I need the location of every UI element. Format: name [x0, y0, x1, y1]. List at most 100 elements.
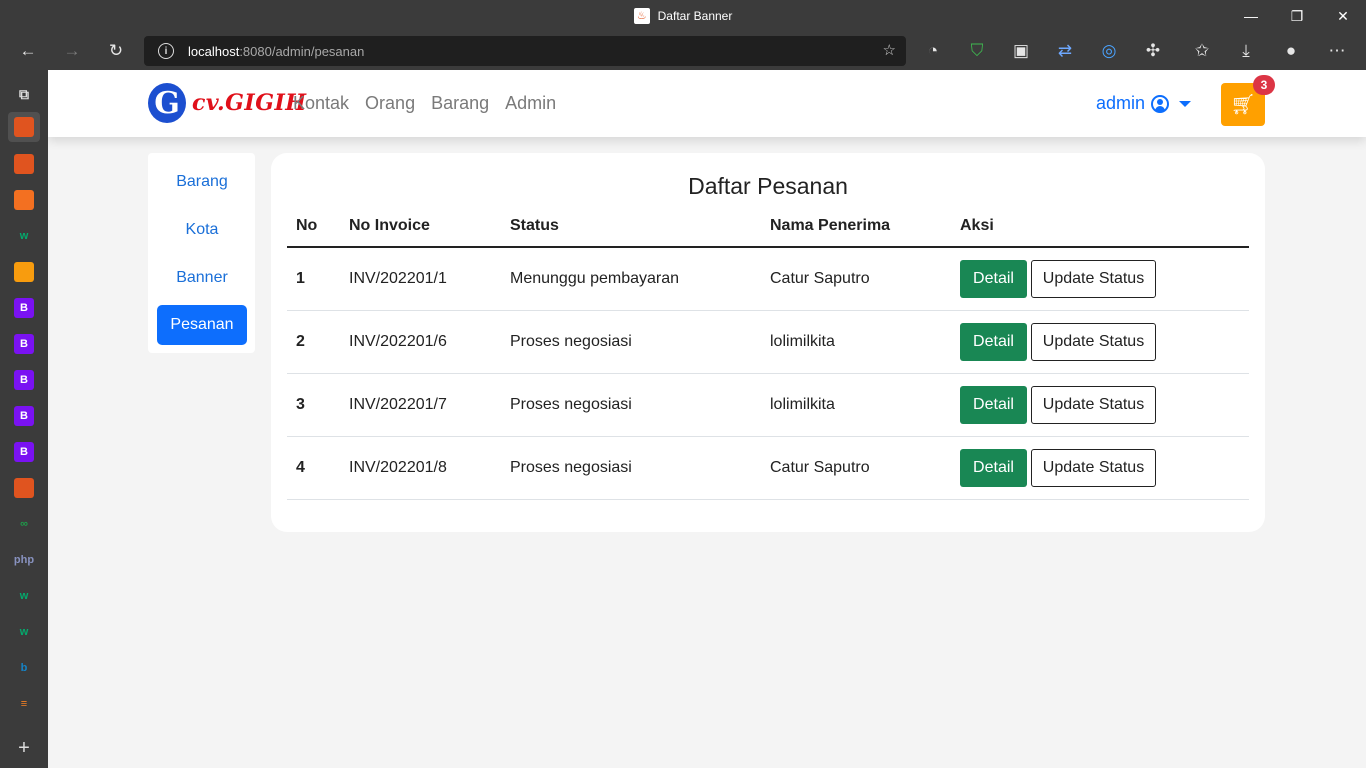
bootstrap-icon[interactable]: B: [14, 334, 34, 354]
more-icon[interactable]: ⋯: [1322, 36, 1352, 66]
user-circle-icon: [1151, 94, 1170, 113]
tracking-icon[interactable]: ◔: [918, 36, 948, 66]
info-icon[interactable]: i: [158, 43, 174, 59]
logo-mark: G: [148, 83, 186, 123]
column-header-no: No: [287, 213, 340, 248]
cart-count-badge: 3: [1253, 75, 1275, 95]
update-status-button[interactable]: Update Status: [1031, 322, 1156, 361]
cell-penerima: Catur Saputro: [761, 247, 951, 311]
codeigniter-icon[interactable]: [14, 478, 34, 498]
new-tab-icon[interactable]: +: [14, 737, 34, 759]
extension-icon[interactable]: ▣: [1006, 36, 1036, 66]
codeigniter-icon[interactable]: [14, 117, 34, 137]
infinity-icon[interactable]: ∞: [14, 514, 34, 534]
stackoverflow-icon[interactable]: ≡: [14, 694, 34, 714]
admin-sidemenu: Barang Kota Banner Pesanan: [148, 153, 255, 353]
cell-no: 1: [287, 247, 340, 311]
column-header-penerima: Nama Penerima: [761, 213, 951, 248]
vertical-tab-label: ≡: [20, 698, 28, 710]
page-title: Daftar Pesanan: [688, 173, 848, 199]
url-path: :8080/admin/pesanan: [239, 43, 365, 59]
cell-aksi: Detail Update Status: [951, 247, 1249, 311]
nav-link-kontak[interactable]: Kontak: [293, 93, 349, 114]
site-logo[interactable]: G cv.GIGIH: [148, 83, 307, 123]
sidemenu-item-kota[interactable]: Kota: [157, 210, 247, 250]
table-row: 4 INV/202201/8 Proses negosiasi Catur Saput…: [287, 436, 1249, 500]
tab-title: Daftar Banner: [657, 9, 733, 23]
minimize-button[interactable]: —: [1228, 0, 1274, 32]
cell-invoice: INV/202201/1: [340, 247, 501, 311]
cell-no: 2: [287, 310, 340, 374]
cell-invoice: INV/202201/6: [340, 310, 501, 374]
vertical-tab-label: php: [13, 554, 35, 566]
favorite-add-icon[interactable]: ☆: [883, 41, 896, 59]
codeigniter-icon: ♨: [633, 8, 650, 24]
cell-invoice: INV/202201/7: [340, 373, 501, 437]
forward-button[interactable]: →: [57, 36, 87, 66]
vertical-tab-label: B: [20, 338, 28, 350]
column-header-invoice: No Invoice: [340, 213, 501, 248]
tab-actions-icon[interactable]: ⧉: [14, 84, 34, 104]
xampp-icon[interactable]: [14, 190, 34, 210]
user-label: admin: [1096, 93, 1146, 113]
cell-status: Menunggu pembayaran: [501, 247, 761, 311]
sync-icon[interactable]: ◎: [1094, 36, 1124, 66]
page-viewport: G cv.GIGIH Kontak Orang Barang Admin adm…: [48, 70, 1366, 768]
cell-invoice: INV/202201/8: [340, 436, 501, 500]
restore-button[interactable]: ❐: [1274, 0, 1320, 32]
vertical-tab-label: B: [20, 446, 28, 458]
orders-table: No No Invoice Status Nama Penerima Aksi …: [287, 213, 1249, 500]
vertical-tab-label: w: [19, 230, 29, 242]
cell-aksi: Detail Update Status: [951, 436, 1249, 500]
close-button[interactable]: ✕: [1320, 0, 1366, 32]
update-status-button[interactable]: Update Status: [1031, 385, 1156, 424]
codeigniter-icon[interactable]: [14, 154, 34, 174]
bootstrap-icon[interactable]: B: [14, 298, 34, 318]
bootstrap-icon[interactable]: B: [14, 406, 34, 426]
nav-link-barang[interactable]: Barang: [431, 93, 489, 114]
sidemenu-item-pesanan[interactable]: Pesanan: [157, 305, 247, 345]
detail-button[interactable]: Detail: [960, 448, 1027, 487]
table-row: 3 INV/202201/7 Proses negosiasi lolimilkita…: [287, 373, 1249, 437]
vertical-tab-label: B: [20, 302, 28, 314]
vertical-tab-label: B: [20, 374, 28, 386]
favorites-icon[interactable]: ✩: [1187, 36, 1217, 66]
bootstrap-icon[interactable]: B: [14, 370, 34, 390]
url-host: localhost: [188, 43, 240, 59]
cell-status: Proses negosiasi: [501, 310, 761, 374]
extensions-icon[interactable]: ✣: [1138, 36, 1168, 66]
vertical-tab-label: b: [20, 662, 28, 674]
translate-icon[interactable]: ⇄: [1050, 36, 1080, 66]
table-row: 1 INV/202201/1 Menunggu pembayaran Catur Sa…: [287, 247, 1249, 311]
bootstrap-icon[interactable]: B: [14, 442, 34, 462]
cell-no: 3: [287, 373, 340, 437]
column-header-status: Status: [501, 213, 761, 248]
w3schools-icon[interactable]: w: [14, 586, 34, 606]
user-menu[interactable]: admin: [1096, 70, 1192, 137]
vertical-tab-label: ∞: [20, 518, 28, 530]
update-status-button[interactable]: Update Status: [1031, 448, 1156, 487]
browser-titlebar: ♨ Daftar Banner — ❐ ✕: [0, 0, 1366, 32]
address-bar[interactable]: i localhost:8080/admin/pesanan ☆: [144, 36, 906, 66]
detail-button[interactable]: Detail: [960, 322, 1027, 361]
refresh-button[interactable]: ↻: [101, 36, 131, 66]
profile-icon[interactable]: ●: [1276, 36, 1306, 66]
detail-button[interactable]: Detail: [960, 385, 1027, 424]
phpmyadmin-icon[interactable]: [14, 262, 34, 282]
bing-icon[interactable]: b: [14, 658, 34, 678]
sidemenu-item-barang[interactable]: Barang: [157, 162, 247, 202]
sidemenu-item-banner[interactable]: Banner: [157, 258, 247, 298]
nav-links: Kontak Orang Barang Admin: [293, 70, 556, 137]
detail-button[interactable]: Detail: [960, 259, 1027, 298]
shield-icon[interactable]: ⛉: [962, 36, 992, 66]
cell-penerima: Catur Saputro: [761, 436, 951, 500]
update-status-button[interactable]: Update Status: [1031, 259, 1156, 298]
back-button[interactable]: ←: [13, 36, 43, 66]
w3schools-icon[interactable]: w: [14, 622, 34, 642]
php-icon[interactable]: php: [14, 550, 34, 570]
nav-link-orang[interactable]: Orang: [365, 93, 415, 114]
nav-link-admin[interactable]: Admin: [505, 93, 556, 114]
w3schools-icon[interactable]: w: [14, 226, 34, 246]
cell-penerima: lolimilkita: [761, 373, 951, 437]
download-icon[interactable]: ⤓: [1231, 36, 1261, 66]
